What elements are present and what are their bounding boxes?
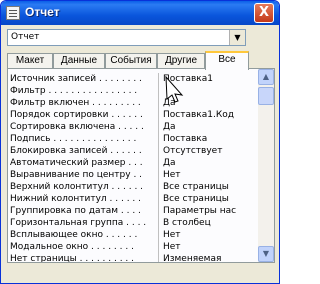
property-name: Сортировка включена . . . . .: [10, 121, 159, 133]
property-name: Горизонтальная группа . . . .: [10, 217, 159, 229]
window-title: Отчет: [25, 5, 60, 19]
chevron-down-icon[interactable]: ▼: [229, 30, 245, 45]
property-value[interactable]: Все страницы: [163, 193, 229, 205]
property-row[interactable]: Нижний колонтитул . . . . . . Все страниц…: [8, 193, 258, 205]
property-value[interactable]: Поставка1.Код: [163, 109, 234, 121]
mouse-pointer-icon: [165, 75, 184, 103]
property-row[interactable]: Фильтр . . . . . . . . . . . . . . . .: [8, 85, 258, 97]
scroll-up-icon[interactable]: ▲: [258, 69, 274, 85]
property-name: Источник записей . . . . . . . .: [10, 73, 159, 85]
report-icon: [6, 6, 20, 20]
property-row[interactable]: Выравнивание по центру . . Нет: [8, 169, 258, 181]
property-row[interactable]: Источник записей . . . . . . . . Поставка…: [8, 73, 258, 85]
property-value[interactable]: Параметры нас: [163, 205, 236, 217]
object-selector-value: Отчет: [11, 32, 40, 42]
property-name: Подпись . . . . . . . . . . . . . . .: [10, 133, 159, 145]
property-row[interactable]: Фильтр включен . . . . . . . . . Да: [8, 97, 258, 109]
property-value[interactable]: Отсутствует: [163, 145, 222, 157]
property-list: Источник записей . . . . . . . . Поставка…: [8, 69, 258, 262]
property-value[interactable]: Изменяемая: [163, 253, 221, 262]
property-name: Нижний колонтитул . . . . . .: [10, 193, 159, 205]
property-value[interactable]: Нет: [163, 241, 181, 253]
property-value[interactable]: В столбец: [163, 217, 211, 229]
property-value[interactable]: Да: [163, 121, 176, 133]
property-name: Всплывающее окно . . . . . .: [10, 229, 159, 241]
vertical-scrollbar[interactable]: ▲ ▼: [258, 69, 274, 262]
property-row[interactable]: Группировка по датам . . . . Параметры на…: [8, 205, 258, 217]
property-name: Выравнивание по центру . .: [10, 169, 159, 181]
property-row[interactable]: Всплывающее окно . . . . . . Нет: [8, 229, 258, 241]
property-name: Автоматический размер . . .: [10, 157, 159, 169]
title-bar[interactable]: Отчет X: [1, 1, 279, 25]
property-row[interactable]: Блокировка записей . . . . . . Отсутствуе…: [8, 145, 258, 157]
tab-layout[interactable]: Макет: [7, 53, 53, 69]
close-button[interactable]: X: [254, 3, 274, 23]
property-row[interactable]: Горизонтальная группа . . . . В столбец: [8, 217, 258, 229]
property-row[interactable]: Порядок сортировки . . . . . . Поставка1.…: [8, 109, 258, 121]
properties-panel: Источник записей . . . . . . . . Поставка…: [7, 68, 275, 263]
tab-data[interactable]: Данные: [53, 53, 105, 69]
property-row[interactable]: Автоматический размер . . . Да: [8, 157, 258, 169]
tab-all[interactable]: Все: [205, 51, 249, 70]
property-value[interactable]: Все страницы: [163, 181, 229, 193]
property-value[interactable]: Нет: [163, 169, 181, 181]
property-name: Верхний колонтитул . . . . . .: [10, 181, 159, 193]
property-name: Фильтр . . . . . . . . . . . . . . . .: [10, 85, 159, 97]
property-name: Модальное окно . . . . . . . .: [10, 241, 159, 253]
tab-events[interactable]: События: [105, 53, 157, 69]
property-name: Нет страницы . . . . . . . . . .: [10, 253, 159, 262]
tab-other[interactable]: Другие: [157, 53, 205, 69]
object-selector[interactable]: Отчет ▼: [7, 29, 246, 46]
property-name: Группировка по датам . . . .: [10, 205, 159, 217]
property-name: Фильтр включен . . . . . . . . .: [10, 97, 159, 109]
property-row[interactable]: Нет страницы . . . . . . . . . . Изменяем…: [8, 253, 258, 262]
property-name: Порядок сортировки . . . . . .: [10, 109, 159, 121]
property-row[interactable]: Модальное окно . . . . . . . . Нет: [8, 241, 258, 253]
property-row[interactable]: Подпись . . . . . . . . . . . . . . . Пос…: [8, 133, 258, 145]
property-value[interactable]: Поставка: [163, 133, 207, 145]
property-value[interactable]: Да: [163, 157, 176, 169]
property-value[interactable]: Нет: [163, 229, 181, 241]
property-row[interactable]: Верхний колонтитул . . . . . . Все страни…: [8, 181, 258, 193]
property-name: Блокировка записей . . . . . .: [10, 145, 159, 157]
scroll-down-icon[interactable]: ▼: [258, 246, 274, 262]
property-row[interactable]: Сортировка включена . . . . . Да: [8, 121, 258, 133]
scroll-thumb[interactable]: [258, 87, 274, 105]
properties-window: Отчет X Отчет ▼ Макет Данные События Дру…: [0, 0, 280, 284]
